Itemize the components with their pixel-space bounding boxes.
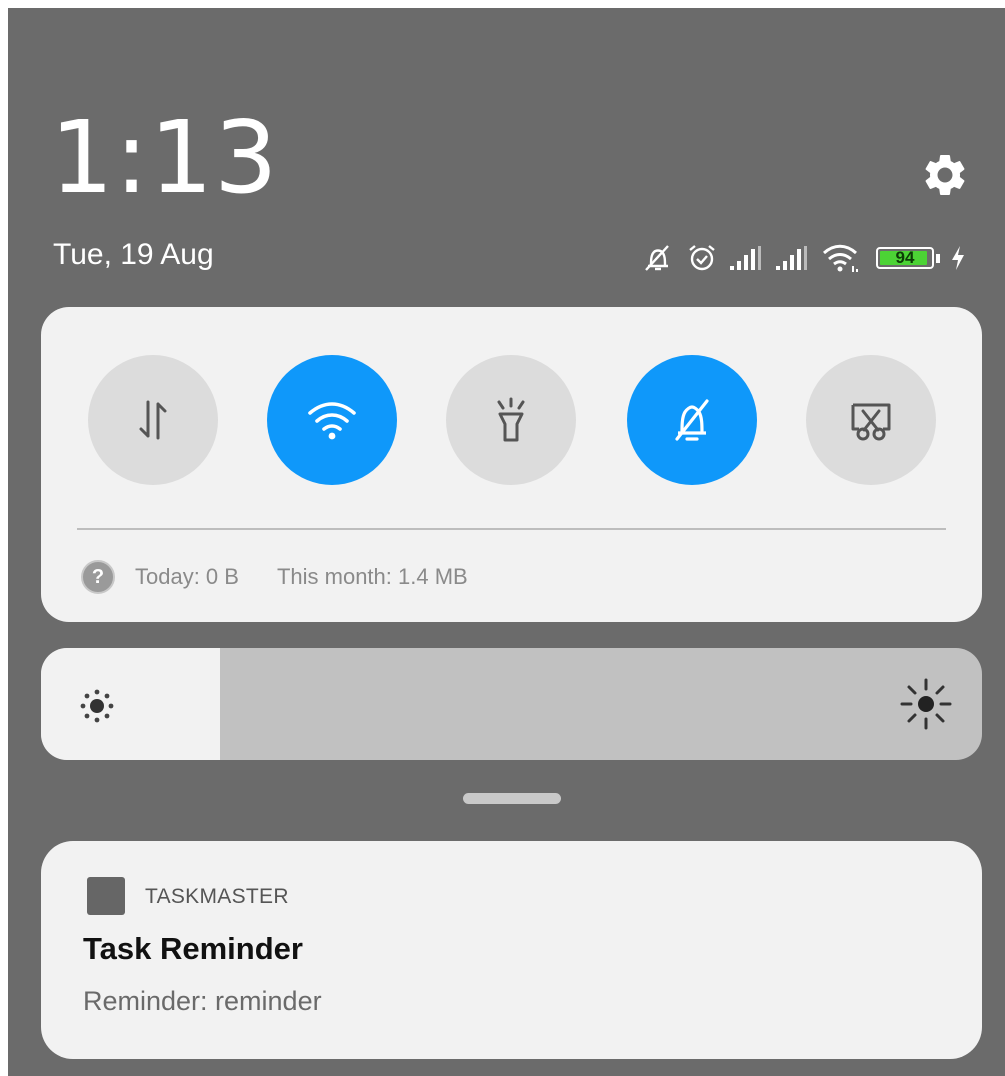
toggle-wifi[interactable] [267, 355, 397, 485]
notification-body: Reminder: reminder [83, 986, 322, 1016]
wifi-icon [308, 402, 356, 440]
wifi-icon [822, 244, 858, 272]
app-icon [87, 877, 125, 915]
signal-sim2-icon [776, 246, 807, 270]
clock-time[interactable]: 1:13 [50, 108, 279, 208]
battery-cap [936, 253, 940, 263]
charging-icon [952, 246, 964, 270]
data-usage-today: Today: 0 B [135, 564, 239, 589]
brightness-fill [41, 648, 220, 760]
data-arrows-icon [139, 400, 167, 440]
flashlight-icon [497, 397, 525, 442]
brightness-low-icon [80, 689, 114, 723]
signal-sim1-icon [730, 246, 761, 270]
data-usage-row[interactable]: ? Today: 0 B This month: 1.4 MB [81, 558, 468, 596]
gear-icon[interactable] [920, 150, 970, 200]
notification-app-name: TASKMASTER [145, 885, 289, 908]
toggle-flashlight[interactable] [446, 355, 576, 485]
brightness-high-icon [900, 678, 952, 730]
help-icon[interactable]: ? [81, 560, 115, 594]
notification-title: Task Reminder [83, 931, 303, 966]
toggle-mobile-data[interactable] [88, 355, 218, 485]
notification-card[interactable]: TASKMASTER Task Reminder Reminder: remin… [41, 841, 982, 1059]
divider [77, 528, 946, 530]
drag-handle[interactable] [463, 793, 561, 804]
battery-icon: 94 [876, 247, 934, 269]
date-label[interactable]: Tue, 19 Aug [53, 240, 214, 270]
toggle-screenshot[interactable] [806, 355, 936, 485]
alarm-clock-icon [689, 245, 715, 271]
quick-settings-panel: ? Today: 0 B This month: 1.4 MB [41, 307, 982, 622]
bell-off-icon [675, 399, 709, 441]
battery-level: 94 [895, 248, 915, 267]
data-usage-month: This month: 1.4 MB [276, 564, 468, 589]
brightness-slider[interactable] [41, 648, 982, 760]
toggle-mute[interactable] [627, 355, 757, 485]
screenshot-scissors-icon [851, 403, 891, 441]
status-bar: 94 [640, 238, 966, 278]
alarm-off-icon [645, 245, 669, 271]
